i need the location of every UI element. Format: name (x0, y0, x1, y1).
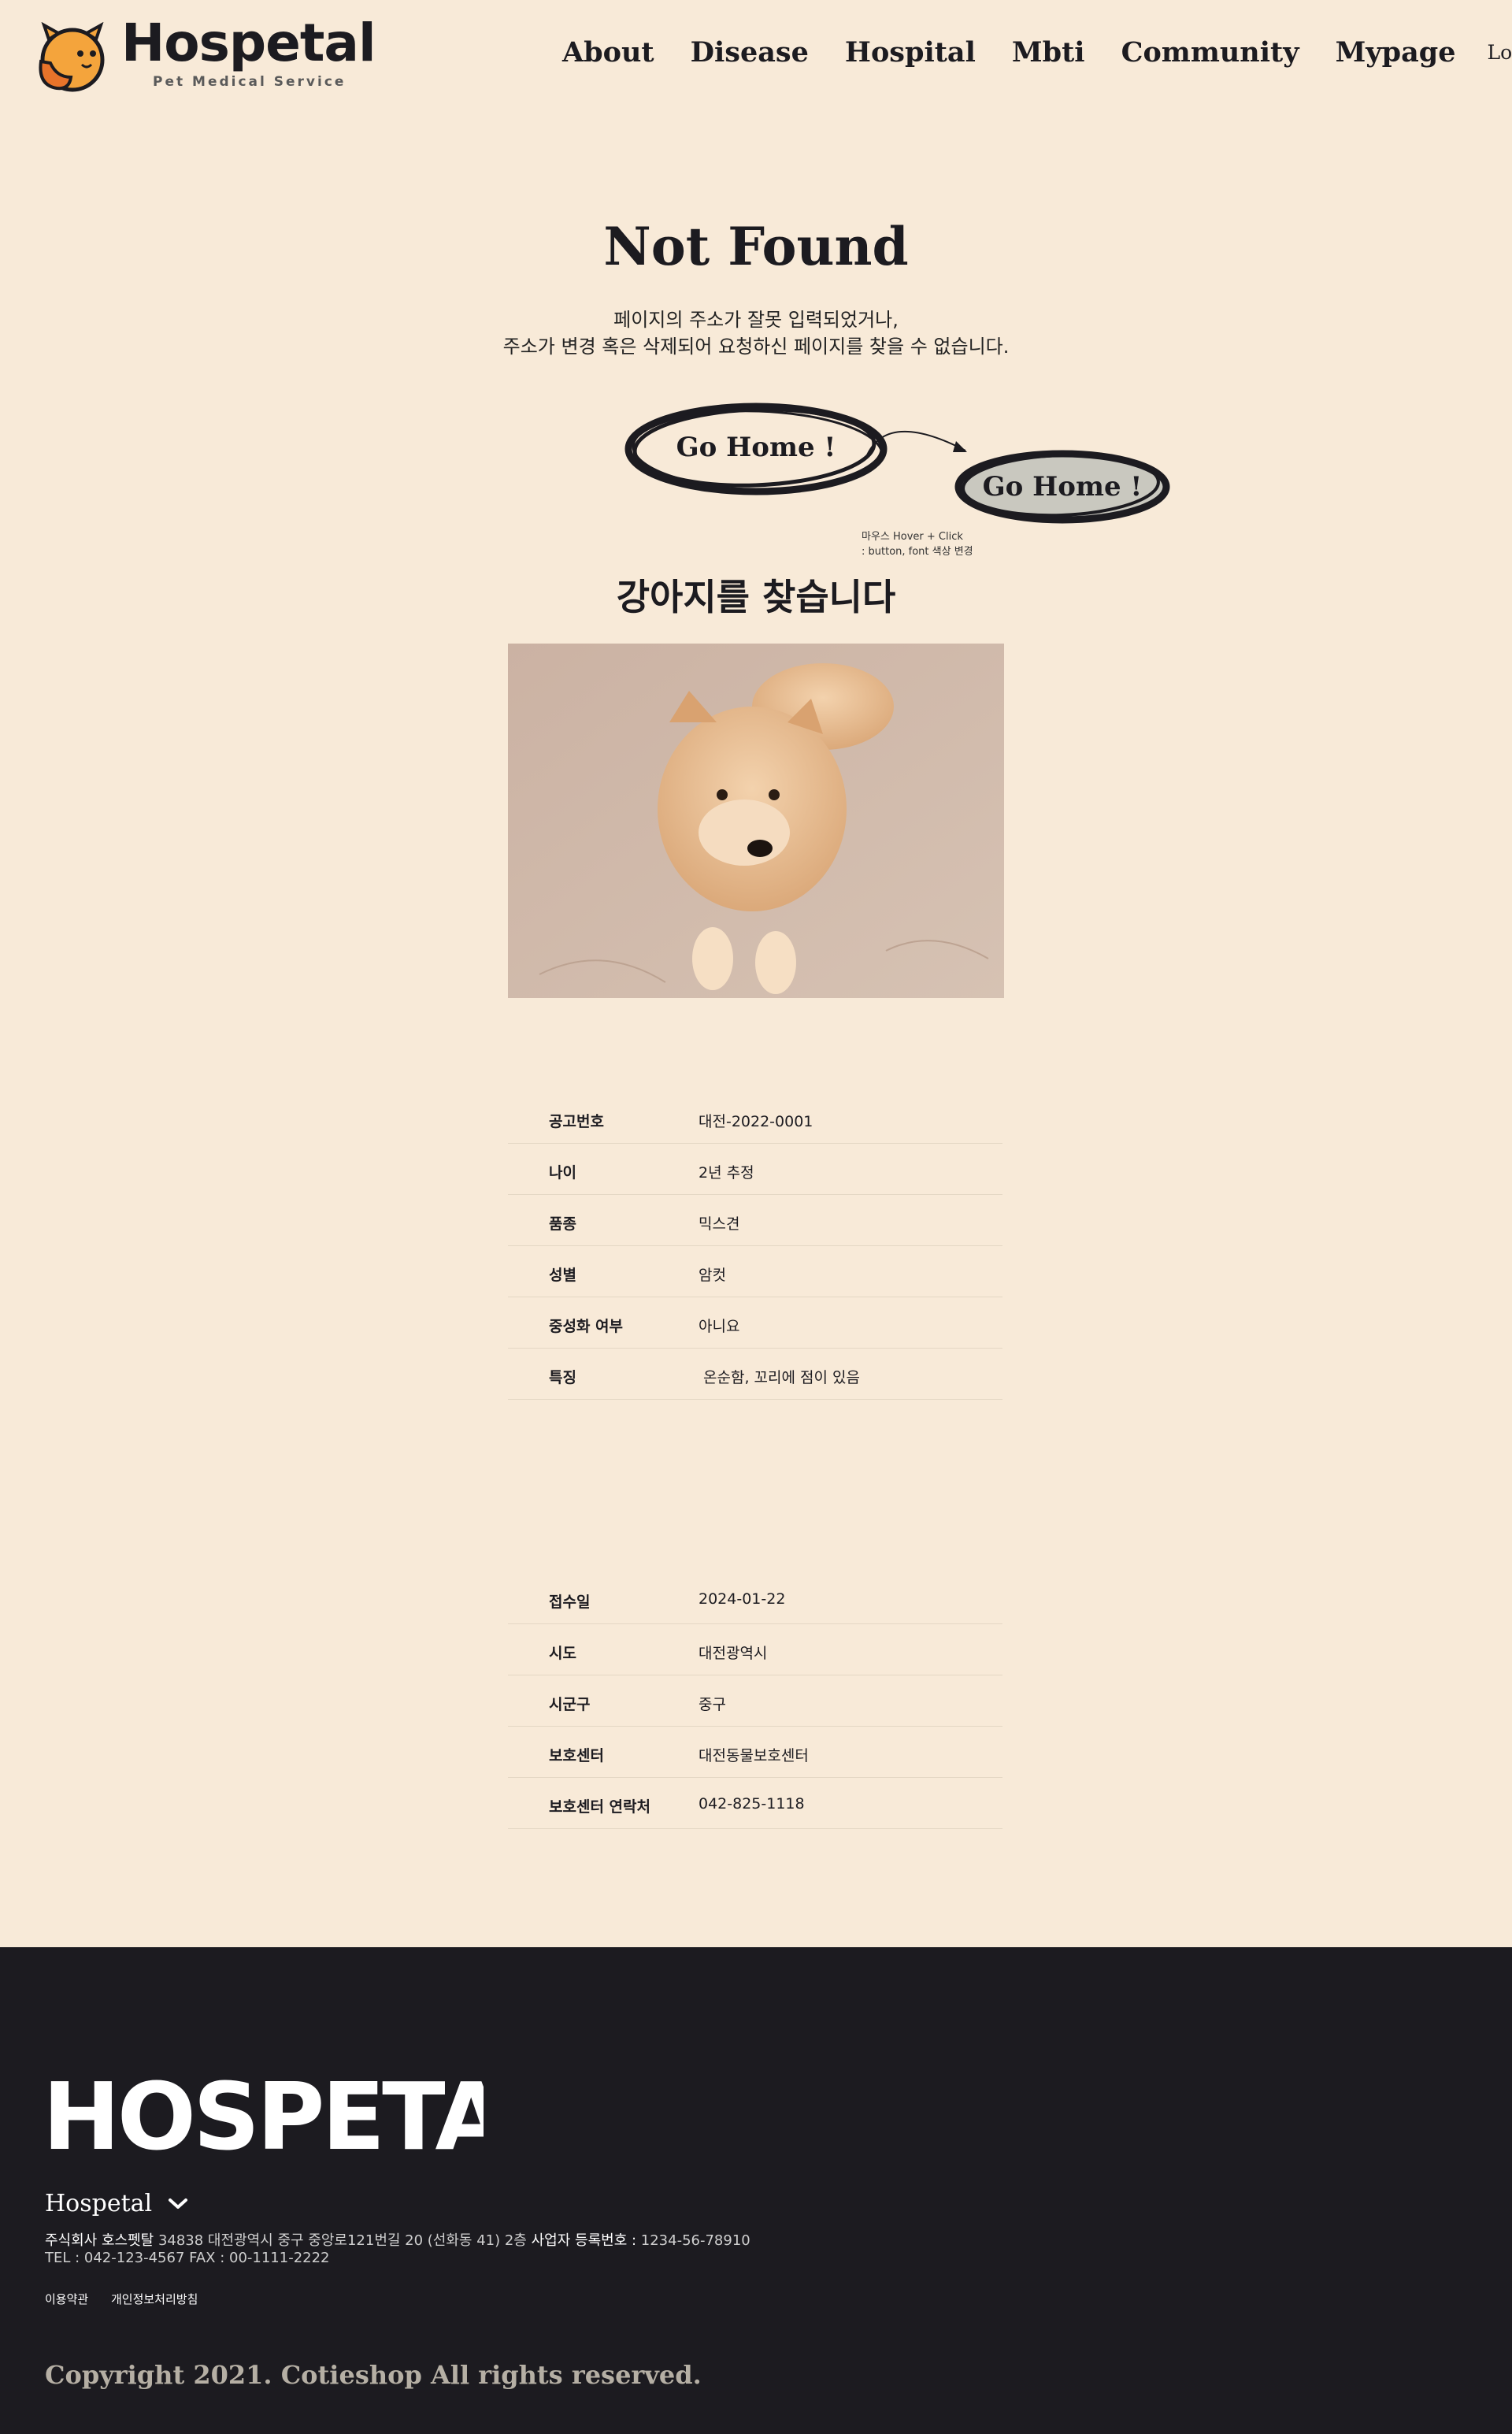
table-row: 보호센터 대전동물보호센터 (508, 1727, 1002, 1778)
footer-links: 이용약관 개인정보처리방침 (45, 2291, 217, 2307)
terms-link[interactable]: 이용약관 (45, 2292, 88, 2306)
footer-logo: HOSPETAL (43, 2064, 484, 2158)
table-row: 공고번호 대전-2022-0001 (508, 1093, 1002, 1144)
table-row: 시도 대전광역시 (508, 1624, 1002, 1675)
login-link[interactable]: Login (1488, 41, 1512, 64)
table-row: 특징 온순함, 꼬리에 점이 있음 (508, 1349, 1002, 1400)
lost-dog-title: 강아지를 찾습니다 (616, 576, 896, 618)
go-home-label: Go Home ! (676, 432, 836, 463)
table-row: 나이 2년 추정 (508, 1144, 1002, 1195)
row-value: 2024-01-22 (699, 1590, 786, 1608)
table-row: 성별 암컷 (508, 1246, 1002, 1297)
go-home-hover-label: Go Home ! (982, 471, 1143, 503)
row-label: 특징 (549, 1369, 576, 1386)
go-home-button-hover-preview[interactable]: Go Home ! (953, 447, 1172, 526)
row-label: 성별 (549, 1267, 576, 1284)
site-footer: HOSPETAL Hospetal 주식회사 호스펫탈 34838 대전광역시 … (0, 1947, 1512, 2434)
row-value: 대전광역시 (699, 1645, 768, 1662)
logo-subtitle: Pet Medical Service (153, 74, 346, 90)
table-row: 접수일 2024-01-22 (508, 1573, 1002, 1624)
copyright: Copyright 2021. Cotieshop All rights res… (45, 2360, 702, 2390)
row-value: 아니요 (699, 1318, 740, 1335)
table-row: 품종 믹스견 (508, 1195, 1002, 1246)
site-header: Hospetal Pet Medical Service About Disea… (0, 0, 1512, 118)
page-title: Not Found (603, 216, 909, 277)
biz-number: 1234-56-78910 (640, 2232, 750, 2249)
company-address: 34838 대전광역시 중구 중앙로121번길 20 (선화동 41) 2층 (158, 2232, 527, 2249)
row-label: 보호센터 (549, 1747, 604, 1764)
row-value: 대전-2022-0001 (699, 1113, 813, 1130)
site-logo[interactable]: Hospetal Pet Medical Service (33, 17, 376, 96)
footer-brand: Hospetal (45, 2190, 153, 2217)
company-name: 주식회사 호스펫탈 (45, 2232, 154, 2249)
nav-community[interactable]: Community (1121, 36, 1299, 69)
pet-logo-icon (39, 22, 105, 92)
row-label: 시도 (549, 1645, 576, 1662)
main-nav: About Disease Hospital Mbti Community My… (562, 36, 1512, 69)
dog-info-table: 공고번호 대전-2022-0001 나이 2년 추정 품종 믹스견 성별 암컷 중성화 … (508, 1093, 1002, 1400)
dog-photo (508, 644, 1004, 998)
error-message-line2: 주소가 변경 혹은 삭제되어 요청하신 페이지를 찾을 수 없습니다. (502, 336, 1010, 358)
nav-disease[interactable]: Disease (691, 36, 809, 69)
row-label: 품종 (549, 1215, 576, 1233)
table-row: 중성화 여부 아니요 (508, 1297, 1002, 1349)
footer-logo-text: HOSPETAL (43, 2064, 484, 2158)
row-value: 2년 추정 (699, 1164, 754, 1182)
nav-about[interactable]: About (562, 36, 654, 69)
nav-hospital[interactable]: Hospital (845, 36, 976, 69)
logo-wordmark: Hospetal (121, 13, 376, 73)
go-home-button[interactable]: Go Home ! (622, 399, 890, 499)
row-value: 중구 (699, 1696, 726, 1713)
row-label: 보호센터 연락처 (549, 1798, 650, 1816)
footer-address: 주식회사 호스펫탈 34838 대전광역시 중구 중앙로121번길 20 (선화… (45, 2229, 750, 2250)
row-value: 대전동물보호센터 (699, 1747, 809, 1764)
row-label: 접수일 (549, 1594, 591, 1611)
nav-mbti[interactable]: Mbti (1012, 36, 1085, 69)
row-label: 중성화 여부 (549, 1318, 624, 1335)
hover-hint-line1: 마우스 Hover + Click (862, 531, 963, 543)
shelter-info-table: 접수일 2024-01-22 시도 대전광역시 시군구 중구 보호센터 대전동물보호센터… (508, 1573, 1002, 1829)
privacy-link[interactable]: 개인정보처리방침 (111, 2292, 198, 2306)
footer-contact: TEL : 042-123-4567 FAX : 00-1111-2222 (45, 2250, 330, 2266)
row-value: 온순함, 꼬리에 점이 있음 (699, 1369, 860, 1386)
row-value: 믹스견 (699, 1215, 740, 1233)
chevron-down-icon (169, 2198, 188, 2209)
hover-hint-line2: : button, font 색상 변경 (862, 546, 973, 558)
table-row: 보호센터 연락처 042-825-1118 (508, 1778, 1002, 1829)
row-label: 시군구 (549, 1696, 591, 1713)
row-label: 공고번호 (549, 1113, 604, 1130)
error-message-line1: 페이지의 주소가 잘못 입력되었거나, (613, 309, 899, 331)
table-row: 시군구 중구 (508, 1675, 1002, 1727)
footer-brand-toggle[interactable]: Hospetal (45, 2190, 188, 2217)
biz-label: 사업자 등록번호 : (531, 2232, 637, 2249)
row-label: 나이 (549, 1164, 576, 1182)
row-value: 암컷 (699, 1267, 726, 1284)
row-value: 042-825-1118 (699, 1795, 805, 1813)
nav-mypage[interactable]: Mypage (1336, 36, 1456, 69)
